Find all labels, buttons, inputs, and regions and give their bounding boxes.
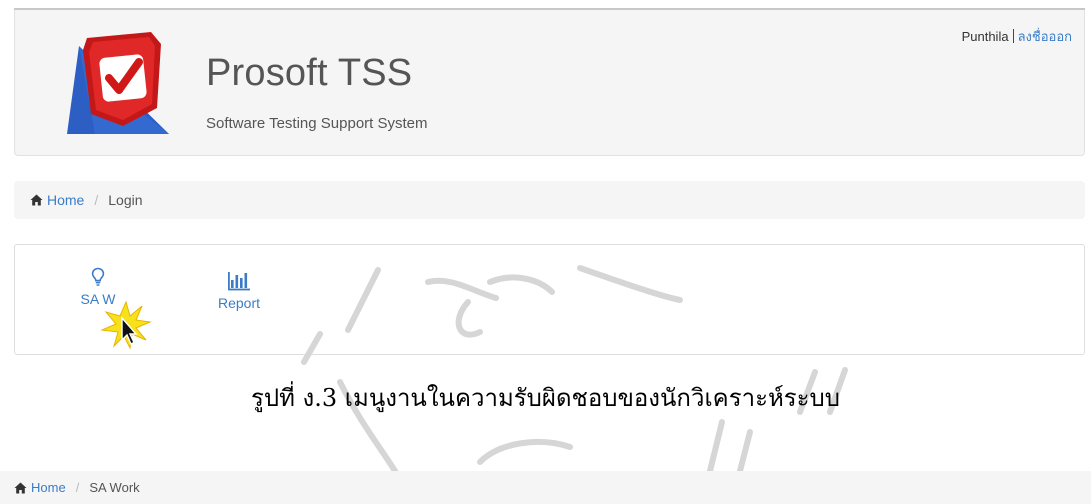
breadcrumb-home-link[interactable]: Home: [30, 192, 84, 208]
user-name: Punthila: [961, 29, 1009, 44]
seal-watermark: [301, 265, 848, 471]
app-header: Prosoft TSS Software Testing Support Sys…: [14, 10, 1085, 156]
breadcrumb-current: Login: [108, 192, 143, 208]
breadcrumb-secondary-divider: /: [75, 480, 80, 495]
user-divider: [1012, 29, 1014, 43]
breadcrumb: Home / Login: [14, 181, 1085, 219]
logout-link[interactable]: ลงชื่อออก: [1018, 29, 1072, 44]
breadcrumb-secondary-current: SA Work: [89, 480, 140, 495]
home-icon: [30, 194, 43, 206]
app-subtitle: Software Testing Support System: [206, 115, 428, 132]
breadcrumb-divider: /: [94, 192, 99, 208]
breadcrumb-secondary-home-link[interactable]: Home: [14, 480, 66, 495]
figure-caption: รูปที่ ง.3 เมนูงานในความรับผิดชอบของนักว…: [250, 384, 841, 412]
lightbulb-icon: [91, 267, 105, 286]
breadcrumb-secondary-home-label: Home: [31, 480, 66, 495]
bar-chart-icon: [228, 272, 250, 291]
breadcrumb-home-label: Home: [47, 192, 85, 208]
menu-item-report-label: Report: [217, 295, 261, 311]
user-area: Punthila ลงชื่อออก: [962, 26, 1072, 47]
menu-item-report[interactable]: Report: [199, 265, 279, 337]
breadcrumb-secondary: Home / SA Work: [0, 471, 1091, 504]
home-icon: [14, 482, 27, 493]
click-highlight-cursor-icon: [100, 300, 152, 350]
app-title: Prosoft TSS: [206, 52, 413, 94]
shield-checkmark-icon: [67, 32, 169, 134]
